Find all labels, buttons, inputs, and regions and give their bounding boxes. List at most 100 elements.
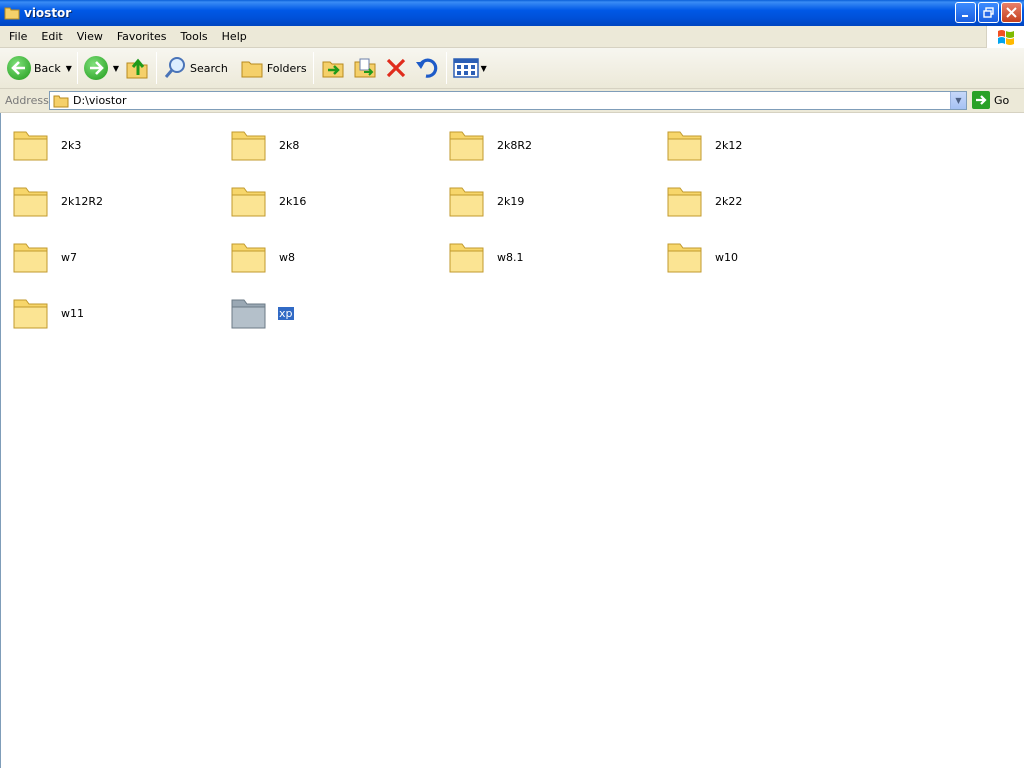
folder-item[interactable]: xp — [229, 293, 447, 333]
folder-item[interactable]: 2k19 — [447, 181, 665, 221]
folder-name: xp — [278, 306, 294, 320]
folder-name: w10 — [715, 250, 738, 264]
search-button[interactable]: Search — [160, 51, 231, 85]
folder-icon — [13, 299, 48, 329]
folder-item[interactable]: 2k22 — [665, 181, 883, 221]
window-title: viostor — [24, 6, 72, 20]
toolbar-separator — [76, 52, 78, 84]
address-value: D:\viostor — [73, 94, 127, 107]
address-label: Address — [5, 94, 49, 107]
delete-x-icon — [386, 58, 405, 78]
undo-button[interactable] — [411, 51, 443, 85]
address-bar: Address D:\viostor ▼ Go — [0, 89, 1024, 113]
back-dropdown-icon[interactable]: ▼ — [66, 64, 72, 73]
forward-dropdown-icon[interactable]: ▼ — [113, 64, 119, 73]
folder-name: w8 — [279, 250, 295, 264]
folder-icon — [449, 243, 484, 273]
folder-name: 2k19 — [497, 194, 525, 208]
menu-favorites[interactable]: Favorites — [110, 27, 174, 47]
toolbar-separator — [312, 52, 314, 84]
toolbar-separator — [445, 52, 447, 84]
move-to-folder-icon — [322, 61, 344, 78]
minimize-button[interactable] — [955, 2, 976, 23]
forward-button[interactable] — [81, 51, 111, 85]
folder-item[interactable]: 2k3 — [11, 125, 229, 165]
undo-icon — [415, 58, 437, 78]
folder-icon — [667, 243, 702, 273]
folders-label: Folders — [266, 61, 307, 75]
folder-item[interactable]: w10 — [665, 237, 883, 277]
folder-item[interactable]: w8 — [229, 237, 447, 277]
folder-icon — [231, 299, 266, 329]
close-button[interactable] — [1001, 2, 1022, 23]
folder-icon — [231, 131, 266, 161]
toolbar-separator — [156, 52, 158, 84]
windows-logo-icon — [986, 26, 1024, 48]
folder-item[interactable]: 2k8 — [229, 125, 447, 165]
folder-item[interactable]: 2k12 — [665, 125, 883, 165]
folder-icon — [53, 95, 69, 107]
up-button[interactable] — [121, 51, 153, 85]
restore-icon — [983, 7, 994, 18]
go-label: Go — [994, 93, 1010, 107]
minimize-icon — [961, 14, 968, 17]
folder-item[interactable]: 2k12R2 — [11, 181, 229, 221]
folder-name: 2k8R2 — [497, 138, 533, 152]
forward-arrow-icon — [83, 56, 108, 80]
folder-up-icon — [126, 58, 148, 79]
folder-item[interactable]: w8.1 — [447, 237, 665, 277]
folders-icon — [241, 61, 263, 78]
folder-item[interactable]: 2k16 — [229, 181, 447, 221]
folder-item[interactable]: w7 — [11, 237, 229, 277]
close-icon — [1006, 7, 1017, 18]
menu-bar: File Edit View Favorites Tools Help — [0, 26, 1024, 48]
views-icon — [452, 58, 479, 78]
folder-icon — [449, 131, 484, 161]
folder-name: 2k8 — [279, 138, 300, 152]
folder-name: 2k16 — [279, 194, 307, 208]
menu-view[interactable]: View — [70, 27, 110, 47]
folder-grid: 2k3 2k8 2k8R2 2k12 2k12R2 2k16 2k19 2k22 w7 w8 w8.… — [11, 125, 883, 349]
address-input[interactable]: D:\viostor ▼ — [49, 91, 967, 110]
menu-tools[interactable]: Tools — [174, 27, 215, 47]
menu-file[interactable]: File — [2, 27, 34, 47]
delete-button[interactable] — [381, 51, 411, 85]
menu-edit[interactable]: Edit — [34, 27, 69, 47]
folder-icon — [231, 243, 266, 273]
folder-name: 2k22 — [715, 194, 743, 208]
folders-button[interactable]: Folders — [237, 51, 310, 85]
folder-icon — [13, 243, 48, 273]
go-button[interactable]: Go — [972, 91, 1009, 109]
views-button[interactable]: ▼ — [450, 51, 492, 85]
toolbar: Back ▼ ▼ Search Folders ▼ — [0, 48, 1024, 89]
back-label: Back — [34, 61, 61, 75]
folder-icon — [4, 7, 20, 20]
file-view[interactable]: 2k3 2k8 2k8R2 2k12 2k12R2 2k16 2k19 2k22 w7 w8 w8.… — [0, 113, 1024, 768]
folder-item[interactable]: 2k8R2 — [447, 125, 665, 165]
search-icon — [164, 57, 186, 78]
folder-icon — [667, 187, 702, 217]
restore-button[interactable] — [978, 2, 999, 23]
folder-icon — [449, 187, 484, 217]
views-dropdown-icon: ▼ — [480, 63, 487, 73]
move-to-button[interactable] — [317, 51, 349, 85]
folder-name: w8.1 — [497, 250, 524, 264]
folder-name: w11 — [61, 306, 84, 320]
folder-icon — [667, 131, 702, 161]
title-bar[interactable]: viostor — [0, 0, 1024, 26]
go-arrow-icon — [972, 91, 990, 109]
folder-name: w7 — [61, 250, 77, 264]
menu-help[interactable]: Help — [215, 27, 254, 47]
back-button[interactable]: Back — [4, 51, 64, 85]
address-dropdown-button[interactable]: ▼ — [950, 92, 966, 109]
folder-icon — [13, 187, 48, 217]
folder-name: 2k3 — [61, 138, 82, 152]
folder-icon — [231, 187, 266, 217]
folder-icon — [13, 131, 48, 161]
folder-item[interactable]: w11 — [11, 293, 229, 333]
copy-to-folder-icon — [354, 58, 376, 78]
copy-to-button[interactable] — [349, 51, 381, 85]
search-label: Search — [190, 61, 228, 75]
folder-name: 2k12 — [715, 138, 743, 152]
back-arrow-icon — [7, 56, 31, 80]
